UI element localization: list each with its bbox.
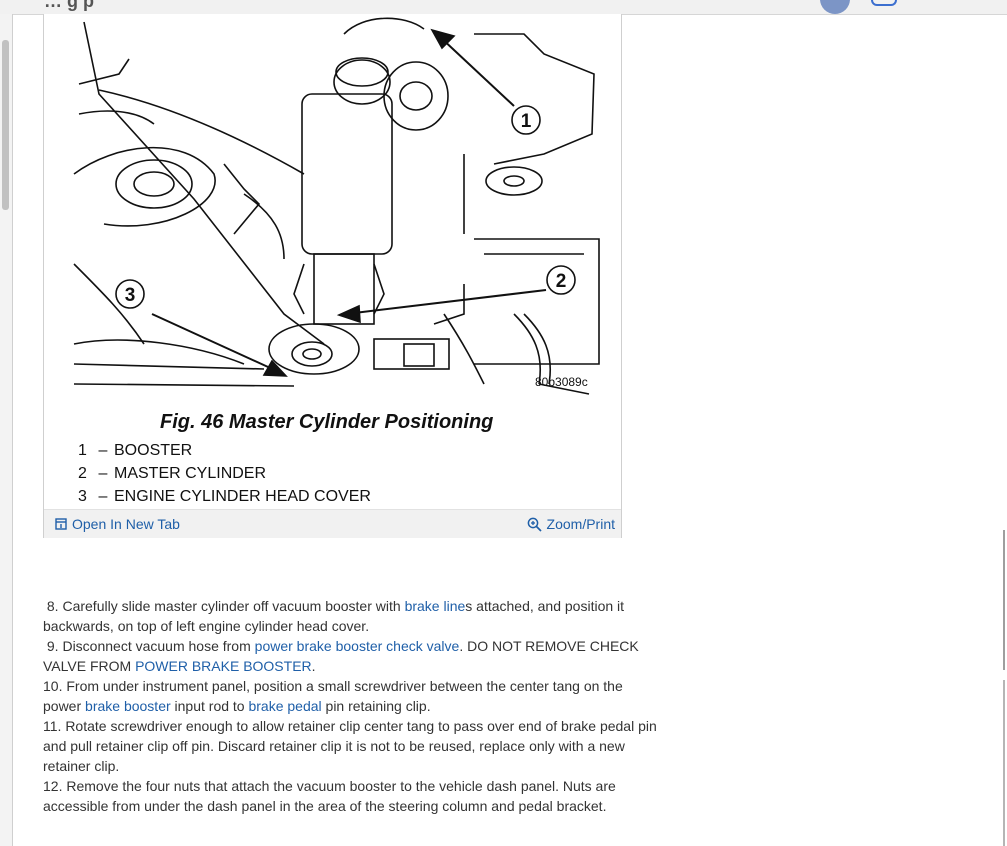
procedure-steps: 8. Carefully slide master cylinder off v… [43,596,663,816]
callout-labels: 1 2 3 80b3089c [125,111,588,389]
avatar[interactable] [820,0,850,14]
legend-dash: – [98,465,108,482]
figure-toolbar: Open In New Tab Zoom/Print [44,509,621,538]
link-brake-line[interactable]: brake line [405,598,466,614]
legend-label: BOOSTER [114,442,193,459]
figure-card: 1 2 3 80b3089c Fig. 46 Master Cylinder P… [43,14,622,538]
browser-top-bar: … g p [0,0,1007,15]
zoom-print-label: Zoom/Print [546,516,615,532]
open-in-new-tab-link[interactable]: Open In New Tab [55,516,180,532]
open-in-new-tab-icon [55,518,67,530]
legend-item: 1– BOOSTER [78,439,371,462]
figure-caption: Fig. 46 Master Cylinder Positioning [160,411,494,433]
link-brake-pedal[interactable]: brake pedal [248,698,321,714]
left-scrollbar-thumb[interactable] [2,40,9,210]
right-scrollbar-lower[interactable] [1003,680,1005,846]
legend-number: 1 [78,442,87,459]
figure-legend: 1– BOOSTER 2– MASTER CYLINDER 3– ENGINE CYL… [78,439,371,508]
step-10: 10. From under instrument panel, positio… [43,678,623,714]
zoom-in-icon [527,517,542,532]
step-12: 12. Remove the four nuts that attach the… [43,778,616,814]
step-8: 8. Carefully slide master cylinder off v… [43,598,625,634]
page-title-fragment: … g p [44,0,94,11]
callout-1: 1 [521,111,532,132]
left-scrollbar[interactable] [0,14,13,846]
step-11: 11. Rotate screwdriver enough to allow r… [43,718,657,774]
legend-dash: – [98,442,108,459]
open-in-new-tab-label: Open In New Tab [72,516,180,532]
legend-label: ENGINE CYLINDER HEAD COVER [114,488,371,505]
legend-number: 2 [78,465,87,482]
legend-number: 3 [78,488,87,505]
callout-3: 3 [125,285,136,306]
legend-label: MASTER CYLINDER [114,465,267,482]
zoom-print-link[interactable]: Zoom/Print [527,516,615,532]
link-brake-booster[interactable]: brake booster [85,698,171,714]
right-scrollbar[interactable] [1003,530,1005,670]
link-power-brake-booster[interactable]: POWER BRAKE BOOSTER [135,658,312,674]
link-power-brake-booster-check-valve[interactable]: power brake booster check valve [255,638,460,654]
legend-dash: – [98,488,108,505]
callout-2: 2 [556,271,567,292]
step-9: 9. Disconnect vacuum hose from power bra… [43,638,639,674]
legend-item: 3– ENGINE CYLINDER HEAD COVER [78,485,371,508]
notification-icon[interactable] [871,0,897,6]
legend-item: 2– MASTER CYLINDER [78,462,371,485]
image-code: 80b3089c [535,375,588,389]
